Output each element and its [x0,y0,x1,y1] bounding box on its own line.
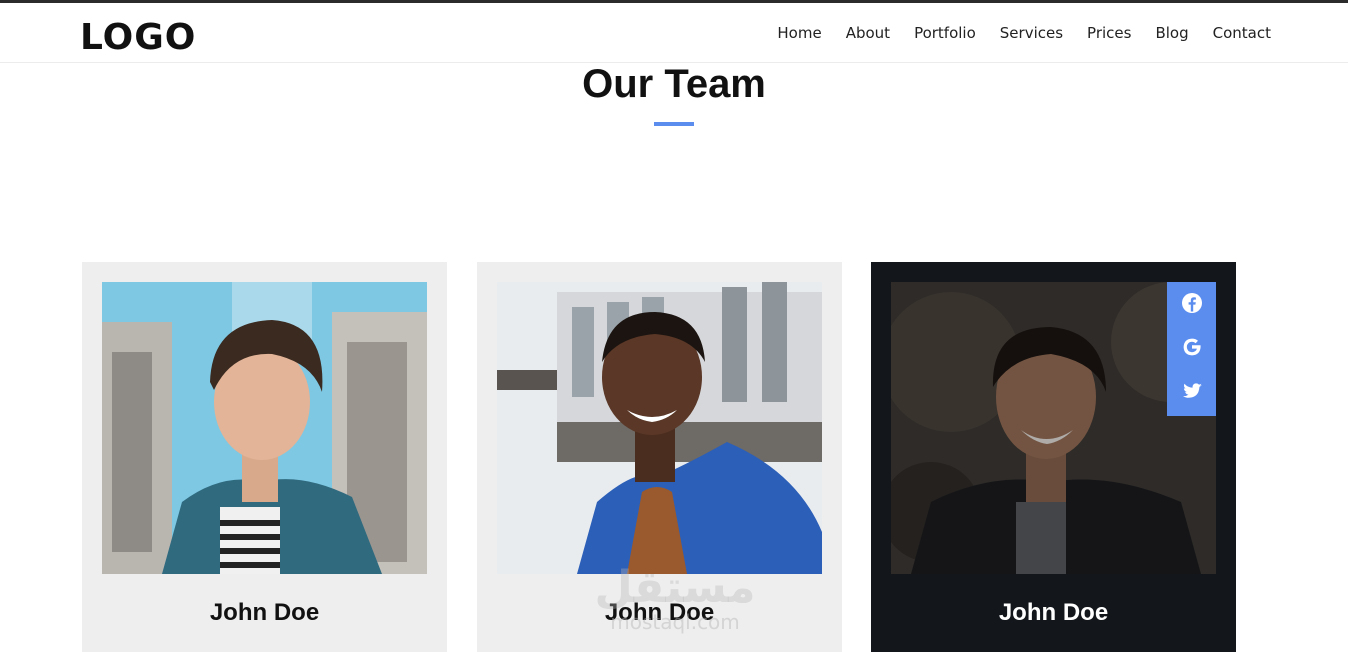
nav-portfolio[interactable]: Portfolio [914,23,976,43]
title-underline [654,122,694,126]
site-logo[interactable]: LOGO [80,17,196,59]
site-header: LOGO Home About Portfolio Services Price… [0,3,1348,63]
team-card-active[interactable]: John Doe [871,262,1236,652]
google-icon[interactable] [1181,336,1203,358]
twitter-icon[interactable] [1181,380,1203,402]
nav-blog[interactable]: Blog [1155,23,1188,43]
team-member-photo [497,282,822,574]
team-member-name: John Doe [998,599,1109,626]
nav-prices[interactable]: Prices [1087,23,1131,43]
social-links [1167,282,1216,416]
facebook-icon[interactable] [1181,292,1203,314]
team-card[interactable]: John Doe [477,262,842,652]
nav-services[interactable]: Services [1000,23,1063,43]
team-member-photo [102,282,427,574]
nav-home[interactable]: Home [777,23,821,43]
team-member-name: John Doe [604,599,715,626]
nav-about[interactable]: About [846,23,890,43]
section-title: Our Team [582,62,766,106]
team-card[interactable]: John Doe [82,262,447,652]
team-member-name: John Doe [209,599,320,626]
main-nav: Home About Portfolio Services Prices Blo… [777,23,1271,43]
nav-contact[interactable]: Contact [1213,23,1271,43]
